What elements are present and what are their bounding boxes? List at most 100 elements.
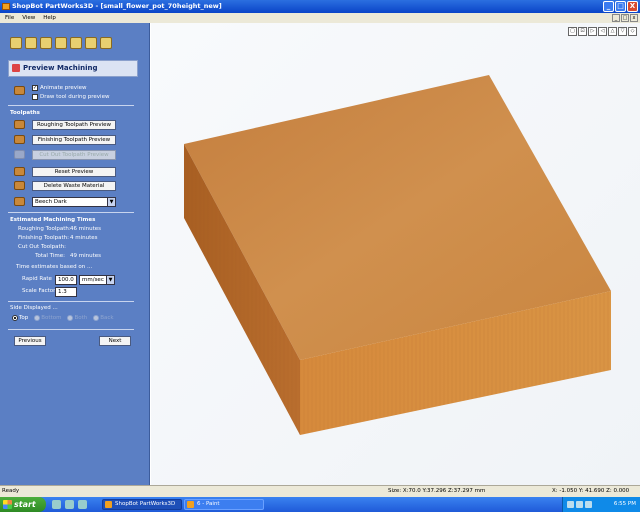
finishing-icon: [14, 135, 25, 144]
side-radio-group: Top Bottom Both Back: [12, 315, 114, 321]
network-icon[interactable]: [567, 501, 574, 508]
draw-tool-label: Draw tool during preview: [40, 94, 110, 100]
toolpath-icon-7[interactable]: [100, 37, 112, 49]
start-label: start: [14, 500, 36, 509]
taskbar: start ShopBot PartWorks3D 6 - Paint 6:55…: [0, 497, 640, 512]
toolpath-icon-5[interactable]: [70, 37, 82, 49]
volume-icon[interactable]: [576, 501, 583, 508]
material-select[interactable]: Beech Dark ▼: [32, 197, 116, 207]
toolpaths-heading: Toolpaths: [10, 110, 40, 116]
title-bar: ShopBot PartWorks3D - [small_flower_pot_…: [0, 0, 640, 13]
side-both-radio[interactable]: [67, 315, 74, 321]
animate-preview-row[interactable]: ✓ Animate preview: [32, 85, 86, 91]
side-both-label: Both: [74, 315, 88, 321]
menu-view[interactable]: View: [22, 13, 35, 23]
total-time-value: 49 minutes: [70, 253, 102, 259]
side-both-option[interactable]: Both: [67, 315, 87, 321]
rapid-rate-input[interactable]: 100.0: [55, 275, 77, 285]
divider: [8, 105, 134, 106]
cutout-time-label: Cut Out Toolpath:: [18, 244, 66, 250]
left-panel: Preview Machining ✓ Animate preview Draw…: [0, 23, 150, 485]
cutout-icon: [14, 150, 25, 159]
side-back-option[interactable]: Back: [93, 315, 114, 321]
doc-restore-button[interactable]: □: [621, 14, 629, 22]
next-button[interactable]: Next: [99, 336, 131, 346]
roughing-time-value: 46 minutes: [70, 226, 102, 232]
finishing-time-value: 4 minutes: [70, 235, 98, 241]
menu-file[interactable]: File: [5, 13, 14, 23]
roughing-preview-button[interactable]: Roughing Toolpath Preview: [32, 120, 116, 130]
cutout-preview-button[interactable]: Cut Out Toolpath Preview: [32, 150, 116, 160]
material-select-value: Beech Dark: [35, 199, 67, 205]
chevron-down-icon: ▼: [107, 198, 115, 206]
toolpath-icon-2[interactable]: [25, 37, 37, 49]
panel-header: Preview Machining: [8, 60, 138, 77]
toolpath-icon-6[interactable]: [85, 37, 97, 49]
shopbot-task-icon: [105, 501, 112, 508]
draw-tool-row[interactable]: Draw tool during preview: [32, 94, 109, 100]
paint-task-icon: [187, 501, 194, 508]
side-top-radio[interactable]: [12, 315, 18, 321]
close-button[interactable]: X: [627, 1, 638, 12]
rapid-rate-label: Rapid Rate: [22, 276, 52, 282]
status-bar: Ready Size: X:70.0 Y:37.296 Z:37.297 mm …: [0, 485, 640, 497]
previous-button[interactable]: Previous: [14, 336, 46, 346]
scale-factor-label: Scale Factor: [22, 288, 56, 294]
rapid-unit-value: mm/sec: [82, 277, 104, 283]
roughing-time-label: Roughing Toolpath:: [18, 226, 71, 232]
task-paint-label: 6 - Paint: [197, 501, 220, 507]
system-tray: 6:55 PM: [562, 497, 640, 512]
finishing-preview-button[interactable]: Finishing Toolpath Preview: [32, 135, 116, 145]
side-bottom-option[interactable]: Bottom: [34, 315, 61, 321]
toolpath-icon-1[interactable]: [10, 37, 22, 49]
animate-icon: [14, 86, 25, 95]
side-back-radio[interactable]: [93, 315, 100, 321]
size-readout: Size: X:70.0 Y:37.296 Z:37.297 mm: [388, 488, 486, 494]
window-title: ShopBot PartWorks3D - [small_flower_pot_…: [12, 2, 222, 10]
menu-bar: File View Help: [0, 13, 640, 23]
task-paint[interactable]: 6 - Paint: [184, 499, 264, 510]
minimize-button[interactable]: _: [603, 1, 614, 12]
menu-help[interactable]: Help: [43, 13, 56, 23]
coordinate-readout: X: -1.050 Y: 41.690 Z: 0.000: [552, 488, 630, 494]
maximize-button[interactable]: □: [615, 1, 626, 12]
roughing-icon: [14, 120, 25, 129]
side-displayed-heading: Side Displayed ...: [10, 305, 58, 311]
side-back-label: Back: [100, 315, 114, 321]
divider: [8, 301, 134, 302]
chevron-down-icon: ▼: [106, 276, 114, 284]
preview-machining-icon: [12, 64, 20, 72]
material-icon: [14, 197, 25, 206]
animate-preview-checkbox[interactable]: ✓: [32, 85, 38, 91]
estimates-note: Time estimates based on ...: [16, 264, 93, 270]
delete-icon: [14, 181, 25, 190]
toolpath-icon-4[interactable]: [55, 37, 67, 49]
reset-icon: [14, 167, 25, 176]
browser-icon[interactable]: [52, 500, 61, 509]
rapid-unit-select[interactable]: mm/sec ▼: [79, 275, 115, 285]
task-shopbot[interactable]: ShopBot PartWorks3D: [102, 499, 182, 510]
side-top-option[interactable]: Top: [12, 315, 28, 321]
explorer-icon[interactable]: [65, 500, 74, 509]
divider: [8, 329, 134, 330]
toolpath-icon-3[interactable]: [40, 37, 52, 49]
reset-preview-button[interactable]: Reset Preview: [32, 167, 116, 177]
finishing-time-label: Finishing Toolpath:: [18, 235, 69, 241]
side-bottom-radio[interactable]: [34, 315, 41, 321]
machining-times-heading: Estimated Machining Times: [10, 217, 96, 223]
side-top-label: Top: [19, 315, 29, 321]
quick-launch: [52, 500, 87, 509]
media-icon[interactable]: [78, 500, 87, 509]
side-bottom-label: Bottom: [41, 315, 62, 321]
doc-minimize-button[interactable]: _: [612, 14, 620, 22]
divider: [8, 212, 134, 213]
start-button[interactable]: start: [0, 497, 46, 512]
3d-viewport[interactable]: ▢ ⊡ ▷ ◁ △ ▽ ◇: [151, 23, 640, 485]
scale-factor-input[interactable]: 1.3: [55, 287, 77, 297]
delete-waste-button[interactable]: Delete Waste Material: [32, 181, 116, 191]
panel-toolbar: [10, 37, 112, 49]
draw-tool-checkbox[interactable]: [32, 94, 38, 100]
security-icon[interactable]: [585, 501, 592, 508]
wood-block-model: [184, 75, 611, 435]
doc-close-button[interactable]: x: [630, 14, 638, 22]
